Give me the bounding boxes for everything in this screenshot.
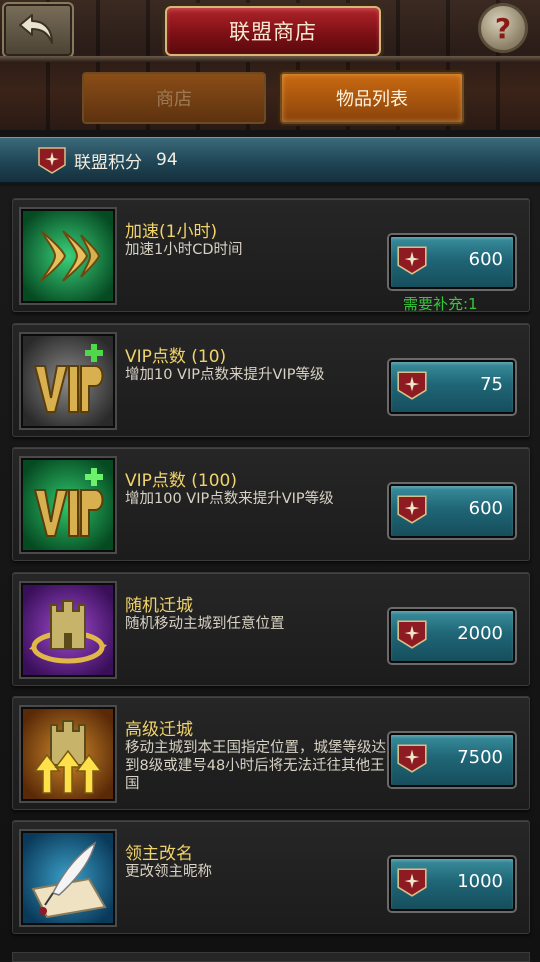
advanced-teleport-castle-icon — [21, 707, 115, 801]
help-button[interactable]: ? — [468, 2, 538, 54]
price-label: 1000 — [457, 871, 503, 892]
buy-button[interactable]: 2000 — [389, 609, 515, 663]
item-name: 加速(1小时) — [125, 222, 218, 242]
item-name: VIP点数 (10) — [125, 347, 227, 367]
price-label: 7500 — [457, 747, 503, 768]
vip-points-icon — [21, 334, 115, 428]
back-button[interactable] — [2, 2, 74, 58]
alliance-emblem-icon — [397, 371, 427, 400]
list-item: 随机迁城 随机移动主城到任意位置 2000 — [12, 572, 530, 686]
alliance-emblem-icon — [397, 744, 427, 773]
list-item: VIP点数 (100) 增加100 VIP点数来提升VIP等级 600 — [12, 447, 530, 561]
alliance-emblem-icon — [38, 147, 66, 174]
header-bar: 联盟商店 ? 商店 物品列表 — [0, 0, 540, 130]
buy-button[interactable]: 7500 — [389, 733, 515, 787]
list-item: 高级迁城 移动主城到本王国指定位置，城堡等级达到8级或建号48小时后将无法迁往其… — [12, 696, 530, 810]
list-item: 加速(1小时) 加速1小时CD时间 600 需要补充:1 — [12, 198, 530, 313]
back-arrow-icon — [19, 14, 53, 44]
alliance-emblem-icon — [397, 246, 427, 275]
alliance-points-banner: 联盟积分 94 — [0, 137, 540, 183]
item-description: 增加100 VIP点数来提升VIP等级 — [125, 491, 334, 507]
alliance-emblem-icon — [397, 620, 427, 649]
item-name: 随机迁城 — [125, 596, 193, 616]
random-teleport-castle-icon — [21, 583, 115, 677]
item-name: 领主改名 — [125, 844, 193, 864]
price-label: 600 — [468, 249, 503, 270]
buy-button[interactable]: 1000 — [389, 857, 515, 911]
buy-button[interactable]: 75 — [389, 360, 515, 414]
buy-button[interactable]: 600 — [389, 484, 515, 538]
item-description: 增加10 VIP点数来提升VIP等级 — [125, 367, 325, 383]
tab-shop[interactable]: 商店 — [82, 72, 266, 124]
alliance-points-value: 94 — [156, 150, 178, 170]
list-item: 领主改名 更改领主昵称 1000 — [12, 820, 530, 934]
item-name: VIP点数 (100) — [125, 471, 238, 491]
alliance-points-label: 联盟积分 — [74, 152, 142, 173]
item-name: 高级迁城 — [125, 720, 193, 740]
list-item: VIP点数 (10) 增加10 VIP点数来提升VIP等级 75 — [12, 323, 530, 437]
item-description: 随机移动主城到任意位置 — [125, 616, 285, 632]
quill-scroll-icon — [21, 831, 115, 925]
alliance-emblem-icon — [397, 495, 427, 524]
page-title: 联盟商店 — [165, 6, 381, 56]
help-icon: ? — [478, 3, 528, 53]
price-label: 2000 — [457, 623, 503, 644]
item-description: 更改领主昵称 — [125, 864, 212, 880]
requirement-note: 需要补充:1 — [403, 295, 478, 313]
tab-item-list[interactable]: 物品列表 — [280, 72, 464, 124]
alliance-emblem-icon — [397, 868, 427, 897]
vip-points-icon — [21, 458, 115, 552]
list-bottom-edge — [12, 952, 530, 962]
item-description: 移动主城到本王国指定位置，城堡等级达到8级或建号48小时后将无法迁往其他王国 — [125, 740, 386, 792]
price-label: 600 — [468, 498, 503, 519]
speedup-chevrons-icon — [21, 209, 115, 303]
price-label: 75 — [480, 374, 503, 395]
buy-button[interactable]: 600 — [389, 235, 515, 289]
item-description: 加速1小时CD时间 — [125, 242, 243, 258]
